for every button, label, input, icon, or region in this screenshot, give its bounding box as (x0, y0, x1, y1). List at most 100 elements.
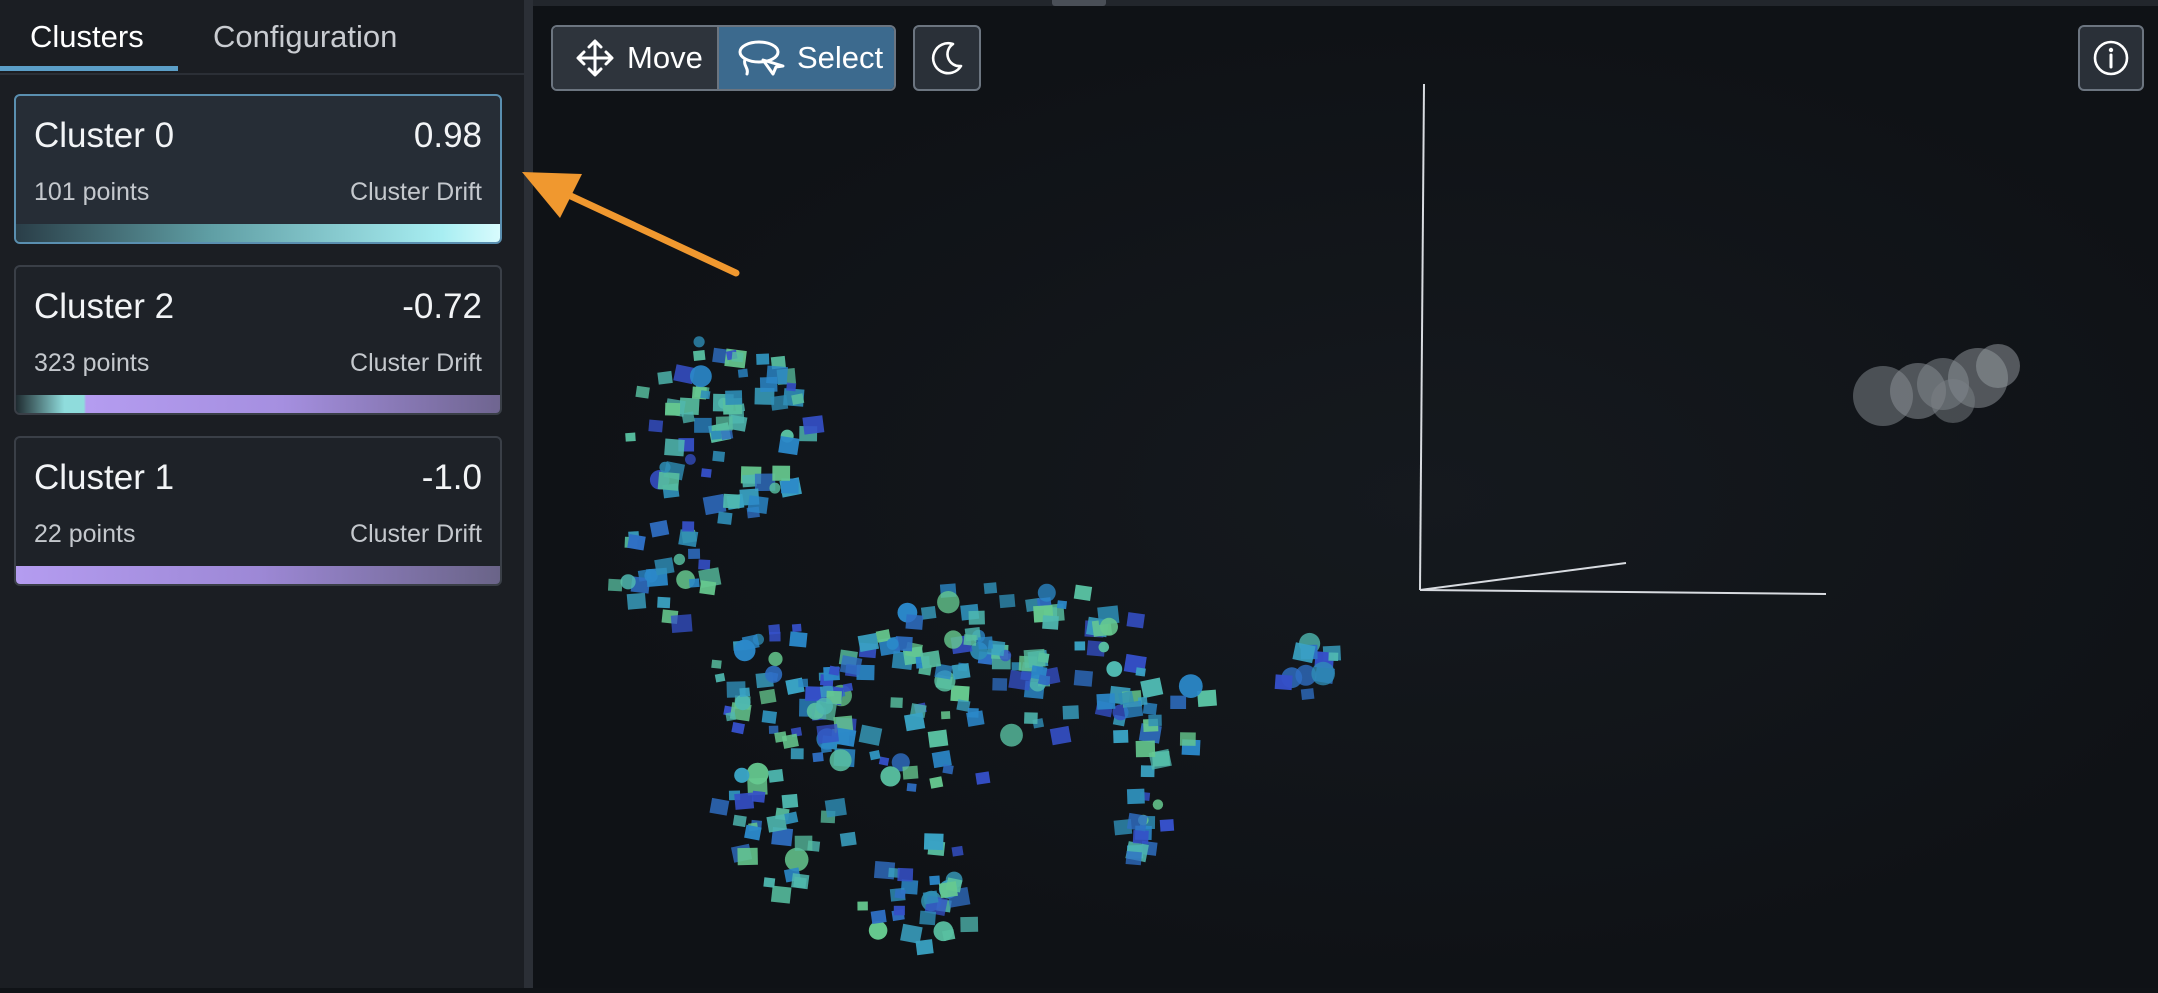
data-point[interactable] (693, 336, 705, 348)
data-point[interactable] (1159, 819, 1175, 832)
data-point[interactable] (715, 416, 733, 431)
data-point[interactable] (737, 847, 758, 866)
data-point[interactable] (731, 351, 744, 363)
data-point[interactable] (648, 419, 664, 433)
data-point[interactable] (816, 723, 840, 744)
data-point[interactable] (709, 797, 730, 816)
data-point[interactable] (902, 765, 919, 780)
data-point[interactable] (1126, 788, 1145, 805)
data-point[interactable] (768, 651, 783, 667)
data-point[interactable] (1024, 712, 1038, 725)
data-point[interactable] (659, 461, 671, 473)
data-point[interactable] (950, 685, 970, 703)
data-point[interactable] (897, 867, 914, 882)
info-button[interactable] (2078, 25, 2144, 91)
data-point[interactable] (938, 881, 958, 899)
data-point[interactable] (1008, 670, 1032, 691)
data-point[interactable] (829, 749, 852, 772)
data-point[interactable] (761, 710, 777, 724)
data-point[interactable] (673, 553, 686, 566)
data-point[interactable] (786, 382, 797, 392)
data-point[interactable] (654, 557, 675, 576)
data-point[interactable] (635, 385, 650, 399)
data-point[interactable] (1106, 661, 1123, 677)
move-button[interactable]: Move (553, 27, 719, 89)
data-point[interactable] (664, 402, 681, 416)
data-point[interactable] (1132, 830, 1149, 844)
data-point[interactable] (717, 511, 733, 525)
data-point[interactable] (951, 845, 964, 857)
data-point[interactable] (791, 873, 810, 890)
data-point[interactable] (812, 752, 824, 763)
data-point[interactable] (1125, 851, 1142, 866)
data-point[interactable] (929, 776, 944, 789)
data-point[interactable] (904, 712, 926, 732)
data-point[interactable] (1113, 729, 1129, 744)
data-point[interactable] (725, 390, 743, 405)
data-point[interactable] (968, 610, 985, 625)
data-point[interactable] (944, 630, 963, 649)
data-point[interactable] (778, 435, 800, 456)
data-point[interactable] (1300, 688, 1315, 701)
data-point[interactable] (983, 582, 998, 595)
data-point[interactable] (693, 350, 706, 362)
data-point[interactable] (1098, 641, 1110, 653)
data-point[interactable] (858, 724, 883, 746)
cluster-card-0[interactable]: Cluster 0 0.98 101 points Cluster Drift (14, 94, 502, 244)
data-point[interactable] (657, 471, 680, 491)
data-point[interactable] (1178, 674, 1203, 698)
data-point[interactable] (828, 665, 841, 676)
data-point[interactable] (644, 569, 658, 583)
data-point[interactable] (920, 605, 937, 620)
data-point[interactable] (842, 682, 854, 693)
data-point[interactable] (756, 353, 770, 365)
data-point[interactable] (682, 521, 695, 532)
panel-resize-handle[interactable] (524, 0, 533, 988)
tab-configuration[interactable]: Configuration (213, 0, 397, 73)
data-point[interactable] (789, 631, 808, 648)
data-point[interactable] (1328, 652, 1339, 661)
data-point[interactable] (766, 365, 789, 385)
data-point[interactable] (607, 578, 623, 592)
data-point[interactable] (794, 835, 813, 851)
data-point[interactable] (1037, 583, 1056, 602)
data-point[interactable] (690, 365, 712, 388)
data-point[interactable] (702, 493, 727, 516)
data-point[interactable] (657, 370, 673, 385)
data-point[interactable] (886, 637, 899, 650)
data-point[interactable] (963, 634, 977, 646)
data-point[interactable] (700, 390, 711, 400)
data-point[interactable] (905, 614, 924, 630)
theme-toggle-button[interactable] (913, 25, 981, 91)
data-point[interactable] (770, 885, 792, 904)
data-point[interactable] (857, 632, 880, 653)
data-point[interactable] (627, 534, 646, 551)
data-point[interactable] (868, 921, 888, 940)
data-point[interactable] (769, 631, 781, 642)
data-point[interactable] (1062, 705, 1079, 720)
data-point[interactable] (870, 909, 887, 924)
data-point[interactable] (942, 764, 954, 775)
data-point[interactable] (1135, 740, 1156, 758)
data-point[interactable] (769, 482, 781, 494)
data-point[interactable] (781, 793, 799, 809)
data-point[interactable] (746, 762, 769, 785)
data-point[interactable] (766, 814, 788, 833)
data-point[interactable] (977, 636, 994, 650)
data-point[interactable] (1179, 732, 1196, 746)
data-point[interactable] (711, 659, 722, 669)
data-point[interactable] (869, 749, 881, 761)
data-point[interactable] (734, 767, 750, 783)
data-point[interactable] (1140, 677, 1164, 699)
data-point[interactable] (765, 665, 783, 683)
data-point[interactable] (890, 697, 903, 709)
data-point[interactable] (664, 438, 685, 457)
data-point[interactable] (1126, 612, 1145, 629)
data-point[interactable] (920, 650, 942, 669)
data-point[interactable] (900, 923, 923, 944)
data-point[interactable] (710, 430, 722, 440)
data-point[interactable] (802, 415, 825, 435)
data-point[interactable] (626, 592, 647, 610)
data-point[interactable] (670, 614, 693, 634)
data-point[interactable] (737, 368, 749, 378)
